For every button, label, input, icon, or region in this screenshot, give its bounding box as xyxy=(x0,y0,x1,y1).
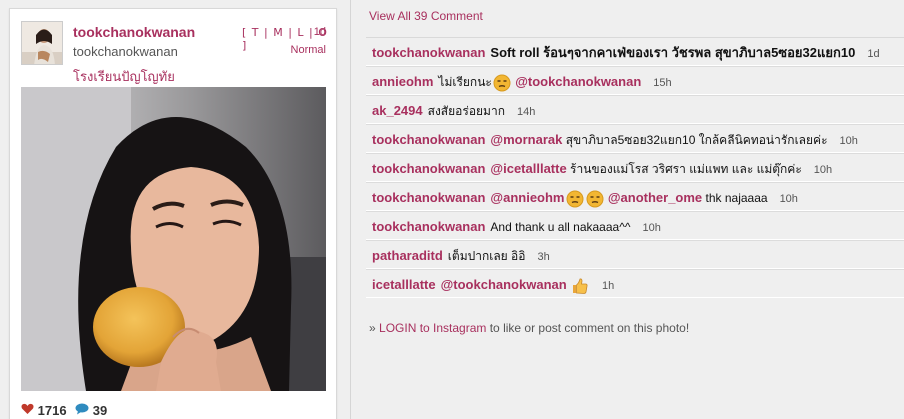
comment-text: ร้านของแม่โรส วริศรา แม่แพท และ แม่ตุ๊กค… xyxy=(570,162,802,176)
comment-text: เต็มปากเลย อิอิ xyxy=(447,249,526,263)
comment-username[interactable]: tookchanokwanan xyxy=(372,161,485,176)
heart-icon[interactable] xyxy=(21,403,34,418)
comment-mention[interactable]: @annieohm xyxy=(490,190,564,205)
comment-time: 10h xyxy=(813,164,833,176)
unamused-face-icon xyxy=(566,190,584,208)
comment-time: 10h xyxy=(839,135,858,147)
login-prompt: » LOGIN to Instagram to like or post com… xyxy=(369,321,689,335)
comment-item: tookchanokwanan Soft roll ร้อนๆจากคาเฟ่ขอ… xyxy=(366,37,904,66)
comment-text: ไม่เรียกนะ xyxy=(438,75,492,89)
comment-item: patharaditd เต็มปากเลย อิอิ 3h xyxy=(366,240,904,269)
comment-text: สงสัยอร่อยมาก xyxy=(427,104,505,118)
comment-item: ak_2494 สงสัยอร่อยมาก 14h xyxy=(366,95,904,124)
comment-mention[interactable]: @mornarak xyxy=(490,132,562,147)
comment-text: สุขาภิบาล5ซอย32แยก10 ใกล้คลีนิคทอน่ารักเ… xyxy=(565,133,828,147)
comment-list: tookchanokwanan Soft roll ร้อนๆจากคาเฟ่ขอ… xyxy=(366,37,904,298)
comment-time: 10h xyxy=(642,222,661,234)
login-prefix: » xyxy=(369,321,380,335)
post-photo[interactable] xyxy=(21,87,326,391)
comment-item: annieohm ไม่เรียกนะ @tookchanokwanan 15h xyxy=(366,66,904,95)
comment-item: tookchanokwanan And thank u all nakaaaa^^… xyxy=(366,211,904,240)
comment-time: 3h xyxy=(537,251,550,263)
comment-username[interactable]: tookchanokwanan xyxy=(372,132,485,147)
post-filter: Normal xyxy=(290,44,326,56)
comment-time: 14h xyxy=(516,106,536,118)
comment-time: 10h xyxy=(779,193,798,205)
login-suffix: to like or post comment on this photo! xyxy=(486,321,690,335)
avatar[interactable] xyxy=(21,21,63,65)
post-location[interactable]: โรงเรียนปัญโญทัย xyxy=(73,66,175,87)
comment-item: tookchanokwanan @icetalllatte ร้านของแม่โ… xyxy=(366,153,904,182)
unamused-face-icon xyxy=(493,74,511,92)
comment-username[interactable]: tookchanokwanan xyxy=(372,45,485,60)
comment-username[interactable]: ak_2494 xyxy=(372,103,423,118)
post-stats: 1716 39 xyxy=(21,402,112,418)
comment-item: tookchanokwanan @annieohm @another_ome th… xyxy=(366,182,904,211)
post-username[interactable]: tookchanokwanan xyxy=(73,24,195,40)
comment-time: 15h xyxy=(653,77,672,89)
comment-text: And thank u all nakaaaa^^ xyxy=(490,220,631,234)
comment-bubble-icon[interactable] xyxy=(75,403,89,418)
thumbs-up-icon xyxy=(571,277,589,295)
comment-item: tookchanokwanan @mornarak สุขาภิบาล5ซอย32… xyxy=(366,124,904,153)
view-all-comments-link[interactable]: View All 39 Comment xyxy=(369,9,483,23)
column-divider xyxy=(350,0,351,419)
comment-mention[interactable]: @tookchanokwanan xyxy=(515,74,641,89)
comment-mention[interactable]: @another_ome xyxy=(608,190,702,205)
comment-username[interactable]: tookchanokwanan xyxy=(372,190,485,205)
unamused-face-icon xyxy=(586,190,604,208)
like-count: 1716 xyxy=(37,403,67,419)
comment-text: Soft roll ร้อนๆจากคาเฟ่ของเรา วัชรพล สุข… xyxy=(490,45,856,60)
comment-text: thk najaaaa xyxy=(705,191,768,205)
comment-time: 1h xyxy=(602,280,615,292)
post-age: 1d xyxy=(313,26,326,38)
comment-item: icetalllatte @tookchanokwanan 1h xyxy=(366,269,904,298)
comment-username[interactable]: icetalllatte xyxy=(372,277,436,292)
comment-username[interactable]: patharaditd xyxy=(372,248,443,263)
comment-time: 1d xyxy=(867,48,880,60)
login-link[interactable]: LOGIN to Instagram xyxy=(379,321,486,335)
comment-mention[interactable]: @icetalllatte xyxy=(490,161,566,176)
comment-username[interactable]: tookchanokwanan xyxy=(372,219,485,234)
post-fullname: tookchanokwanan xyxy=(73,44,178,59)
comment-count: 39 xyxy=(92,403,108,419)
post-card: tookchanokwanan tookchanokwanan โรงเรียน… xyxy=(9,8,337,419)
comment-mention[interactable]: @tookchanokwanan xyxy=(441,277,567,292)
comment-username[interactable]: annieohm xyxy=(372,74,433,89)
